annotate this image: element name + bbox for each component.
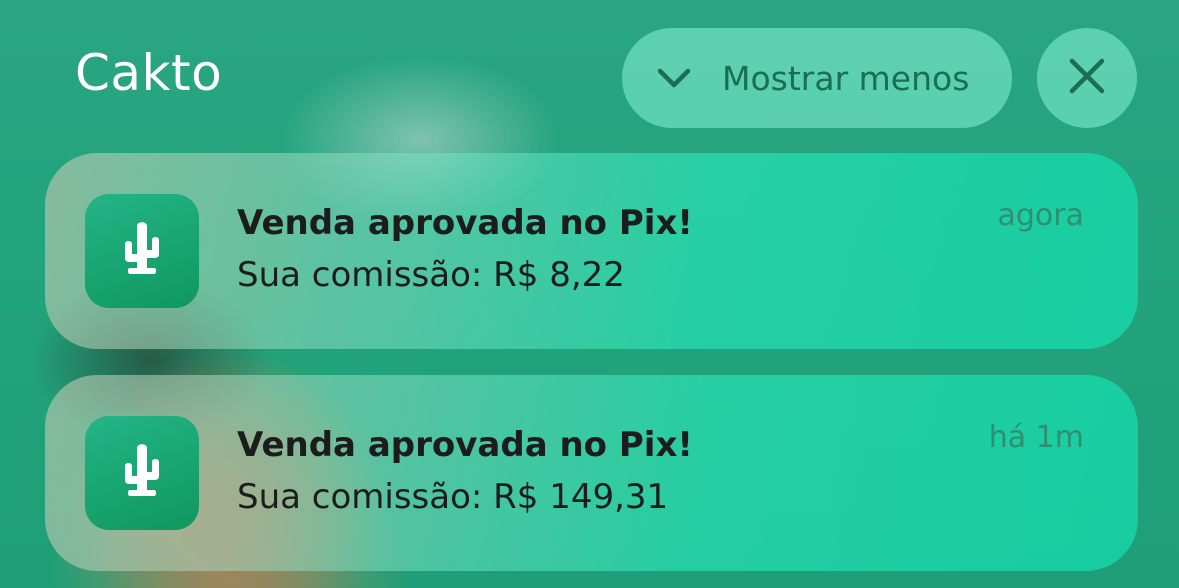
notification-title: Venda aprovada no Pix! [237, 203, 693, 243]
notification-body: Sua comissão: R$ 8,22 [237, 255, 625, 295]
close-icon [1067, 56, 1107, 100]
cactus-icon [85, 194, 199, 308]
app-name: Cakto [75, 44, 223, 102]
notification-time: há 1m [988, 420, 1084, 455]
notification-card[interactable]: Venda aprovada no Pix! Sua comissão: R$ … [45, 375, 1138, 571]
cactus-icon [85, 416, 199, 530]
notification-title: Venda aprovada no Pix! [237, 425, 693, 465]
close-button[interactable] [1037, 28, 1137, 128]
chevron-down-icon [652, 56, 696, 100]
notification-body: Sua comissão: R$ 149,31 [237, 477, 669, 517]
notification-time: agora [997, 198, 1085, 233]
show-less-label: Mostrar menos [722, 58, 970, 98]
notification-card[interactable]: Venda aprovada no Pix! Sua comissão: R$ … [45, 153, 1138, 349]
show-less-button[interactable]: Mostrar menos [622, 28, 1012, 128]
